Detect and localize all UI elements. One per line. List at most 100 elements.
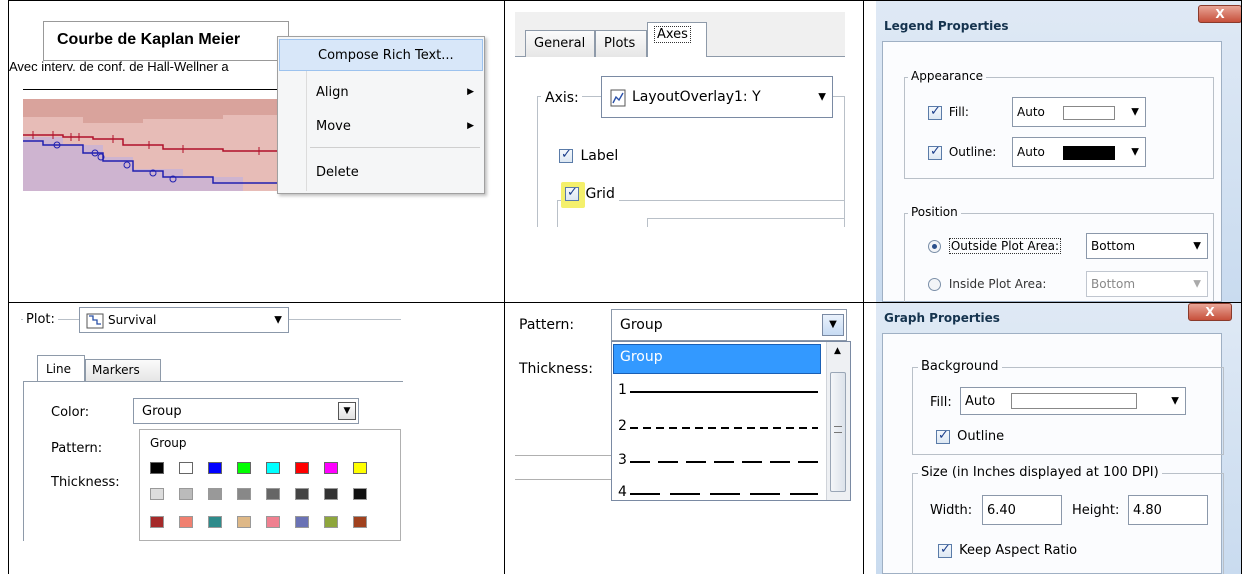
color-swatch[interactable] [295,462,309,474]
fill-checkbox-row[interactable]: Fill: [928,104,969,120]
tab-line-label: Line [46,362,72,376]
plot-select[interactable]: Survival ▼ [79,307,289,333]
menu-item-compose-rich-text[interactable]: Compose Rich Text... [279,39,483,71]
long-dash-line-icon [630,493,818,495]
color-swatch[interactable] [208,488,222,500]
color-swatch[interactable] [179,462,193,474]
color-label: Color: [51,405,90,420]
color-swatch[interactable] [295,516,309,528]
kaplan-meier-plot [23,99,287,191]
width-input-value: 6.40 [987,502,1016,518]
menu-item-delete[interactable]: Delete [278,155,484,189]
color-swatch[interactable] [208,462,222,474]
legend-close-button[interactable]: X [1198,5,1241,23]
tab-plots[interactable]: Plots [595,30,647,57]
graph-dialog-title: Graph Properties [884,311,1000,325]
submenu-arrow-icon: ▶ [467,121,474,131]
label-checkbox-row[interactable]: Label [559,147,618,164]
grid-checkbox-row[interactable]: Grid [561,182,619,208]
inside-plot-radio-row[interactable]: Inside Plot Area: [928,277,1046,291]
graph-close-button[interactable]: X [1188,303,1232,321]
outside-plot-label: Outside Plot Area: [948,238,1062,254]
color-swatch[interactable] [150,516,164,528]
survival-plot-icon [86,313,104,329]
outside-plot-radio[interactable] [928,240,941,253]
menu-separator [310,147,480,148]
pattern-scrollbar[interactable]: ▲ [826,342,850,500]
fill-checkbox[interactable] [928,104,942,120]
color-swatch[interactable] [324,488,338,500]
plot-select-value: Survival [108,313,157,327]
color-swatch[interactable] [237,516,251,528]
inside-plot-select[interactable]: Bottom ▼ [1086,271,1208,297]
grid-checkbox[interactable] [565,185,579,201]
tab-general[interactable]: General [525,30,595,57]
label-checkbox[interactable] [559,147,573,163]
outline-checkbox[interactable] [928,144,942,160]
tab-axes[interactable]: Axes [647,22,707,57]
color-swatch[interactable] [266,462,280,474]
plot-label: Plot: [23,312,58,327]
outside-plot-radio-row[interactable]: Outside Plot Area: [928,238,1062,254]
color-swatch[interactable] [266,488,280,500]
color-swatch[interactable] [150,462,164,474]
chart-title: Courbe de Kaplan Meier [57,31,241,48]
pattern-option-2[interactable]: 2 [618,418,818,440]
outline-select[interactable]: Auto ▼ [1012,137,1146,167]
color-swatch[interactable] [237,462,251,474]
background-group-label: Background [918,359,1002,374]
color-swatch[interactable] [295,488,309,500]
color-swatch[interactable] [237,488,251,500]
color-swatch[interactable] [353,516,367,528]
close-icon: X [1215,7,1225,21]
menu-item-move[interactable]: Move ▶ [278,109,484,143]
fill-color-swatch [1063,106,1115,120]
tab-plots-label: Plots [604,36,636,51]
outside-plot-select[interactable]: Bottom ▼ [1086,233,1208,259]
color-swatch[interactable] [208,516,222,528]
color-dropdown-button[interactable]: ▼ [338,402,356,420]
color-swatch[interactable] [324,462,338,474]
chevron-down-icon: ▼ [1131,106,1139,118]
color-swatch[interactable] [353,462,367,474]
outline-checkbox-row[interactable]: Outline: [928,144,996,160]
axis-select[interactable]: LayoutOverlay1: Y ▼ [601,76,833,118]
pattern-option-4-label: 4 [618,484,627,500]
graph-fill-select[interactable]: Auto ▼ [960,387,1186,415]
close-icon: X [1205,305,1215,319]
keep-aspect-ratio-checkbox[interactable] [938,542,952,558]
pattern-label: Pattern: [519,317,575,333]
pattern-option-3[interactable]: 3 [618,452,818,474]
tab-markers[interactable]: Markers [85,359,161,381]
color-swatch[interactable] [150,488,164,500]
color-select[interactable]: Group ▼ [133,398,359,424]
color-swatch[interactable] [353,488,367,500]
legend-properties-dialog: Legend Properties X Appearance Fill: Aut… [876,1,1241,302]
width-input[interactable]: 6.40 [982,495,1062,525]
short-dash-line-icon [630,427,818,429]
color-swatch[interactable] [179,488,193,500]
tab-line[interactable]: Line [37,355,85,381]
grid-settings-box [647,218,845,227]
menu-item-align[interactable]: Align ▶ [278,75,484,109]
pattern-dropdown-button[interactable]: ▼ [822,314,844,336]
pattern-option-4[interactable]: 4 [618,484,818,502]
inside-plot-radio[interactable] [928,278,941,291]
fill-select[interactable]: Auto ▼ [1012,97,1146,127]
inside-plot-label: Inside Plot Area: [948,277,1047,291]
pattern-option-1[interactable]: 1 [618,382,818,404]
chevron-down-icon: ▼ [1171,395,1179,407]
height-input[interactable]: 4.80 [1128,495,1208,525]
color-swatch[interactable] [179,516,193,528]
graph-outline-checkbox[interactable] [936,428,950,444]
pattern-select[interactable]: Group ▼ [611,309,847,341]
color-swatch[interactable] [266,516,280,528]
graph-outline-row[interactable]: Outline [936,428,1005,444]
color-swatch[interactable] [324,516,338,528]
keep-aspect-ratio-row[interactable]: Keep Aspect Ratio [938,542,1077,558]
grid-border-divider-2 [863,0,864,574]
pattern-option-group[interactable]: Group [613,344,821,374]
graph-outline-label: Outline [957,429,1005,444]
scroll-up-icon[interactable]: ▲ [834,346,841,356]
menu-item-delete-label: Delete [316,164,359,180]
